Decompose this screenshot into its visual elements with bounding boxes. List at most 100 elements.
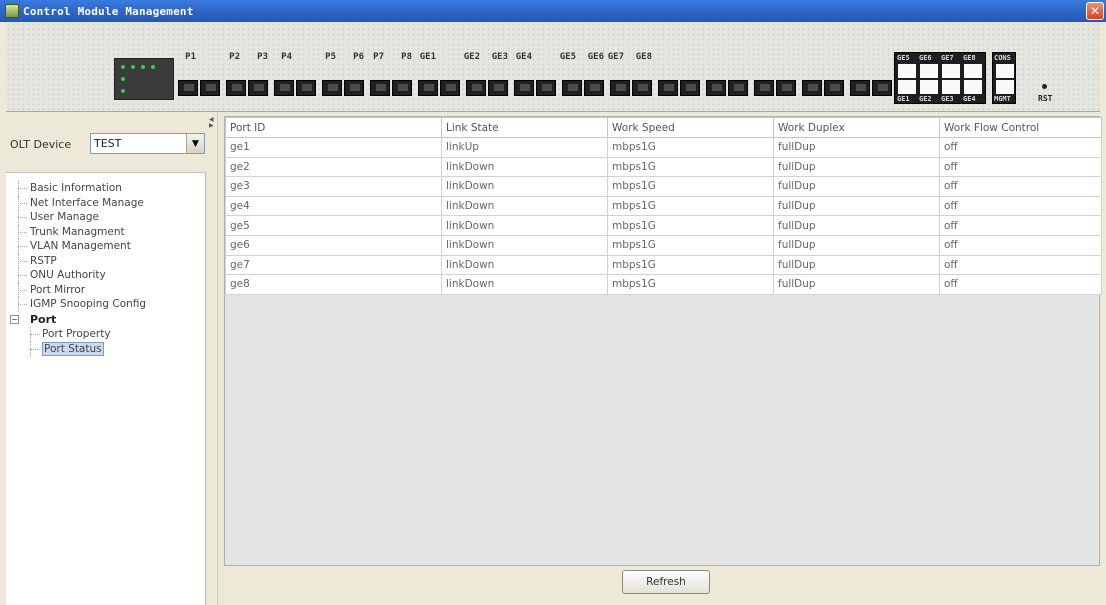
nav-item-port-property[interactable]: Port Property <box>6 326 206 342</box>
left-panel: OLT Device TEST ▼ Basic Information Net … <box>6 113 206 605</box>
sfp-port[interactable] <box>898 80 916 94</box>
table-row[interactable]: ge2 linkDown mbps1G fullDup off <box>225 156 1102 178</box>
close-button[interactable]: ✕ <box>1086 2 1104 20</box>
ethernet-port[interactable] <box>296 80 316 96</box>
splitter-grip-icon[interactable]: ◀ ▶ <box>209 117 214 129</box>
nav-item-label: Port Property <box>42 327 111 340</box>
port-label: P3 <box>257 52 268 62</box>
ethernet-port[interactable] <box>850 80 870 96</box>
close-icon: ✕ <box>1089 4 1101 18</box>
ethernet-port[interactable] <box>776 80 796 96</box>
sfp-port[interactable] <box>898 64 916 78</box>
table-cell: mbps1G <box>607 176 774 197</box>
led-indicator <box>151 65 155 69</box>
ethernet-port[interactable] <box>584 80 604 96</box>
port-pair: GE5 GE6 <box>560 52 606 100</box>
port-pair: P1 <box>176 52 222 100</box>
sfp-port[interactable] <box>964 80 982 94</box>
ethernet-port[interactable] <box>536 80 556 96</box>
ethernet-port[interactable] <box>418 80 438 96</box>
nav-item-trunk-managment[interactable]: Trunk Managment <box>6 224 206 240</box>
column-header[interactable]: Work Duplex <box>773 117 940 138</box>
port-pair <box>848 52 894 100</box>
console-port[interactable] <box>996 64 1014 78</box>
nav-item-onu-authority[interactable]: ONU Authority <box>6 268 206 283</box>
nav-node-port[interactable]: − Port <box>6 312 206 327</box>
ethernet-port[interactable] <box>178 80 198 96</box>
ethernet-port[interactable] <box>322 80 342 96</box>
ethernet-port[interactable] <box>754 80 774 96</box>
table-cell: ge8 <box>225 274 442 295</box>
ethernet-port[interactable] <box>872 80 892 96</box>
nav-item-port-status[interactable]: Port Status <box>6 341 206 357</box>
window-title: Control Module Management <box>23 4 194 18</box>
ethernet-port[interactable] <box>610 80 630 96</box>
table-row[interactable]: ge3 linkDown mbps1G fullDup off <box>225 176 1102 197</box>
sfp-port[interactable] <box>942 80 960 94</box>
ethernet-port[interactable] <box>728 80 748 96</box>
ethernet-port[interactable] <box>248 80 268 96</box>
ethernet-port[interactable] <box>802 80 822 96</box>
column-header[interactable]: Port ID <box>225 117 442 138</box>
ethernet-port[interactable] <box>488 80 508 96</box>
ethernet-port[interactable] <box>680 80 700 96</box>
table-cell: off <box>939 274 1102 295</box>
led-indicator <box>121 77 125 81</box>
column-header[interactable]: Link State <box>441 117 608 138</box>
app-icon <box>5 4 19 18</box>
port-pair: GE7 GE8 <box>608 52 654 100</box>
panel-splitter[interactable]: ◀ ▶ <box>206 113 218 605</box>
column-header[interactable]: Work Speed <box>607 117 774 138</box>
table-cell: ge1 <box>225 137 442 158</box>
nav-item-port-mirror[interactable]: Port Mirror <box>6 282 206 298</box>
table-row[interactable]: ge6 linkDown mbps1G fullDup off <box>225 234 1102 256</box>
ethernet-port[interactable] <box>226 80 246 96</box>
sfp-label: GE2 <box>919 95 932 103</box>
ethernet-port[interactable] <box>466 80 486 96</box>
led-indicator <box>121 65 125 69</box>
ethernet-port[interactable] <box>658 80 678 96</box>
refresh-button[interactable]: Refresh <box>622 570 710 594</box>
port-label: GE8 <box>635 52 652 62</box>
ethernet-port[interactable] <box>274 80 294 96</box>
device-front-panel: P1 P2 P3 P4 P5 P6 P7 P8 GE1 GE2 GE3 GE4 … <box>6 22 1100 112</box>
ethernet-port[interactable] <box>632 80 652 96</box>
table-cell: ge2 <box>225 156 442 178</box>
column-header[interactable]: Work Flow Control <box>939 117 1102 138</box>
ethernet-port[interactable] <box>344 80 364 96</box>
ethernet-port[interactable] <box>514 80 534 96</box>
sfp-port[interactable] <box>964 64 982 78</box>
port-label: GE5 <box>559 52 576 62</box>
nav-item-rstp[interactable]: RSTP <box>6 253 206 269</box>
ethernet-port[interactable] <box>392 80 412 96</box>
reset-button[interactable] <box>1042 84 1047 89</box>
ethernet-port[interactable] <box>370 80 390 96</box>
mgmt-port[interactable] <box>996 80 1014 94</box>
nav-item-basic-information[interactable]: Basic Information <box>6 181 206 196</box>
device-select[interactable]: TEST ▼ <box>90 133 205 154</box>
ethernet-port[interactable] <box>706 80 726 96</box>
sfp-port[interactable] <box>920 80 938 94</box>
ethernet-port[interactable] <box>824 80 844 96</box>
sfp-port[interactable] <box>942 64 960 78</box>
sfp-port[interactable] <box>920 64 938 78</box>
table-cell: off <box>939 234 1102 256</box>
table-cell: mbps1G <box>607 254 774 276</box>
ethernet-port[interactable] <box>200 80 220 96</box>
nav-item-igmp-snooping-config[interactable]: IGMP Snooping Config <box>6 297 206 312</box>
ethernet-port[interactable] <box>562 80 582 96</box>
table-row[interactable]: ge7 linkDown mbps1G fullDup off <box>225 254 1102 276</box>
nav-item-vlan-management[interactable]: VLAN Management <box>6 239 206 254</box>
nav-item-net-interface-manage[interactable]: Net Interface Manage <box>6 195 206 211</box>
ethernet-port[interactable] <box>440 80 460 96</box>
port-label: P2 <box>229 52 240 62</box>
table-row[interactable]: ge1 linkUp mbps1G fullDup off <box>225 137 1102 158</box>
port-pair: P4 <box>272 52 318 100</box>
collapse-icon[interactable]: − <box>10 314 19 324</box>
nav-item-user-manage[interactable]: User Manage <box>6 210 206 225</box>
console-port-block: CONS MGMT <box>992 52 1016 104</box>
dropdown-arrow-icon[interactable]: ▼ <box>186 134 204 153</box>
table-row[interactable]: ge5 linkDown mbps1G fullDup off <box>225 215 1102 236</box>
table-row[interactable]: ge8 linkDown mbps1G fullDup off <box>225 274 1102 295</box>
table-row[interactable]: ge4 linkDown mbps1G fullDup off <box>225 195 1102 217</box>
